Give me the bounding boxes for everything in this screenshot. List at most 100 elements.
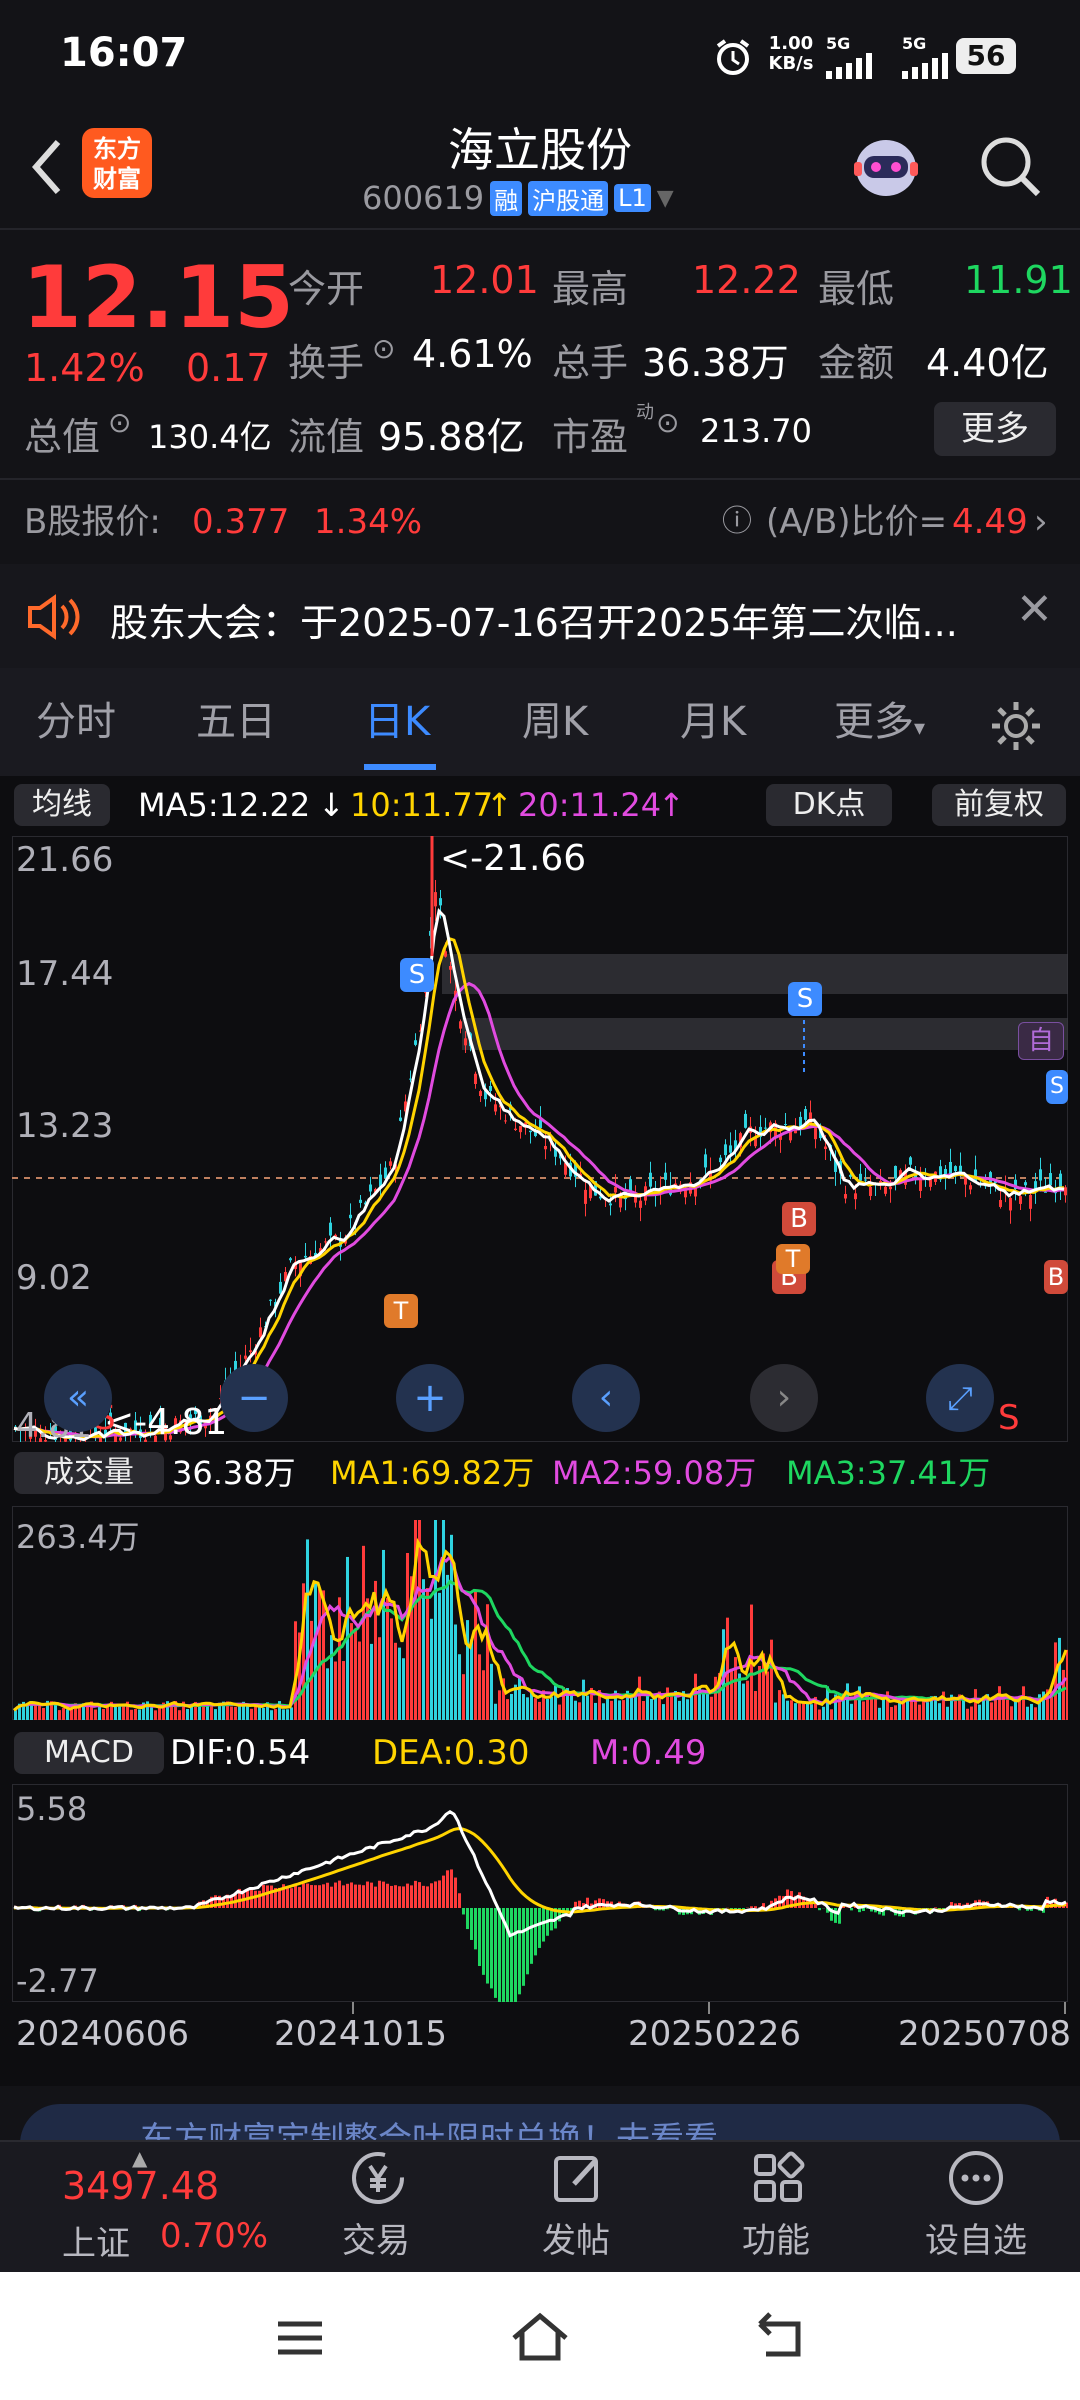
t-marker-2[interactable]: T (384, 1294, 418, 1328)
zoom-out-button[interactable]: − (220, 1364, 288, 1432)
bshare-row[interactable]: B股报价: 0.377 1.34% ⓘ (A/B)比价= 4.49 › (0, 480, 1080, 564)
bottom-nav: ▲ 3497.48 上证 0.70% 交易 发帖 功能 设自选 (0, 2140, 1080, 2272)
back-icon[interactable] (752, 2310, 812, 2366)
info-icon-2[interactable]: ⊙ (108, 406, 131, 439)
nav-post[interactable]: 发帖 (476, 2140, 676, 2272)
fullscreen-icon[interactable]: ⤢ (926, 1364, 994, 1432)
watchlist-marker[interactable]: 自 (1018, 1022, 1064, 1060)
index-value: 3497.48 (62, 2164, 220, 2208)
macd-bar (818, 1908, 821, 1911)
volume-bar (370, 1643, 373, 1720)
buy-marker[interactable]: B (782, 1202, 816, 1236)
tab-more[interactable]: 更多▾ (834, 668, 925, 776)
candle-body (519, 1125, 522, 1133)
info-icon[interactable]: ⊙ (372, 332, 395, 365)
volume-bar (486, 1604, 489, 1720)
volume-current: 36.38万 (172, 1454, 296, 1492)
volume-bar (926, 1702, 929, 1720)
index-quote[interactable]: ▲ 3497.48 上证 0.70% (20, 2140, 280, 2272)
tab-minute[interactable]: 分时 (36, 668, 116, 776)
nav-post-label: 发帖 (542, 2221, 610, 2261)
volume-bar (122, 1704, 125, 1720)
candle-body (704, 1154, 707, 1168)
volume-bar (786, 1700, 789, 1720)
zoom-in-button[interactable]: + (396, 1364, 464, 1432)
candle-body (1024, 1182, 1027, 1186)
scroll-left-button[interactable]: ‹ (572, 1364, 640, 1432)
macd-bar (254, 1890, 257, 1908)
system-nav-bar (0, 2272, 1080, 2400)
volume-selector[interactable]: 成交量 (14, 1452, 164, 1494)
macd-bar (258, 1890, 261, 1908)
tab-monthly[interactable]: 月K (680, 668, 746, 776)
net-speed-unit: KB/s (768, 53, 814, 74)
tab-more-label: 更多 (834, 699, 914, 745)
volume-bar (386, 1597, 389, 1720)
tab-five-day[interactable]: 五日 (196, 668, 276, 776)
stock-code-row: 600619 融 沪股通 L1 ▼ (362, 176, 722, 220)
candle-body (489, 1086, 492, 1091)
gear-icon[interactable] (988, 698, 1044, 758)
candle-body (544, 1145, 547, 1150)
t-marker[interactable]: T (776, 1244, 810, 1274)
close-icon[interactable]: ✕ (1016, 584, 1053, 635)
volume-bar (482, 1670, 485, 1720)
volume-bar (1034, 1707, 1037, 1720)
dk-point-button[interactable]: DK点 (766, 784, 892, 826)
candle-body (369, 1184, 372, 1192)
date-ticks (12, 2002, 1068, 2014)
notice-bar[interactable]: 股东大会：于2025-07-16召开2025年第二次临... ✕ (0, 564, 1080, 668)
home-icon[interactable] (508, 2308, 572, 2368)
volume-bar (1006, 1699, 1009, 1720)
more-button[interactable]: 更多 (934, 402, 1056, 456)
quote-panel: 12.15 1.42% 0.17 今开 12.01 最高 12.22 最低 11… (0, 228, 1080, 478)
sell-marker[interactable]: S (400, 958, 434, 992)
adjust-button[interactable]: 前复权 (932, 784, 1066, 826)
vol-ma1: MA1:69.82万 (330, 1454, 535, 1492)
candle-body (634, 1196, 637, 1203)
candle-body (859, 1173, 862, 1181)
macd-bar (406, 1883, 409, 1908)
volume-bar (602, 1703, 605, 1720)
candle-body (514, 1128, 517, 1131)
macd-bar (290, 1888, 293, 1908)
tab-daily[interactable]: 日K (364, 668, 430, 776)
volume-bar (186, 1709, 189, 1720)
nav-function[interactable]: 功能 (676, 2140, 876, 2272)
menu-icon[interactable] (272, 2316, 328, 2364)
nav-watchlist[interactable]: 设自选 (876, 2140, 1076, 2272)
help-icon[interactable]: ⓘ (722, 480, 752, 564)
volume-bar (666, 1687, 669, 1720)
macd-bar (442, 1875, 445, 1908)
sell-marker-3[interactable]: S (1046, 1070, 1068, 1104)
candle-body (954, 1166, 957, 1172)
search-icon[interactable] (976, 132, 1046, 202)
promo-ticker[interactable]: 东方财富定制整合吐限时兑换！去看看 (20, 2104, 1060, 2144)
volume-chart (13, 1520, 1068, 1720)
buy-marker-3[interactable]: B (1044, 1260, 1068, 1294)
volume-bar (178, 1710, 181, 1720)
ma-selector[interactable]: 均线 (14, 784, 110, 826)
info-icon-3[interactable]: ⊙ (656, 406, 679, 439)
scroll-right-button[interactable]: › (750, 1364, 818, 1432)
macd-bar (850, 1908, 853, 1911)
volume-bar (158, 1707, 161, 1720)
robot-avatar-icon[interactable] (846, 126, 926, 206)
volume-bar (910, 1700, 913, 1720)
stock-code: 600619 (362, 179, 485, 217)
volume-bar (726, 1617, 729, 1720)
signal-icon-2: 5G (902, 34, 958, 83)
volume-bar (62, 1708, 65, 1720)
volume-bar (810, 1704, 813, 1720)
macd-selector[interactable]: MACD (14, 1732, 164, 1774)
tag-connect: 沪股通 (528, 180, 609, 216)
sell-marker-2[interactable]: S (788, 982, 822, 1016)
volume-bar (846, 1683, 849, 1720)
tab-weekly[interactable]: 周K (522, 668, 588, 776)
tab-underline (364, 764, 436, 770)
scroll-left-fast-button[interactable]: « (44, 1364, 112, 1432)
ma-bar: 均线 MA5:12.22 ↓ 10:11.77 ↑ 20:11.24 ↑ DK点… (0, 778, 1080, 832)
nav-trade[interactable]: 交易 (276, 2140, 476, 2272)
dropdown-icon[interactable]: ▼ (657, 186, 674, 211)
volume-bar (970, 1706, 973, 1720)
